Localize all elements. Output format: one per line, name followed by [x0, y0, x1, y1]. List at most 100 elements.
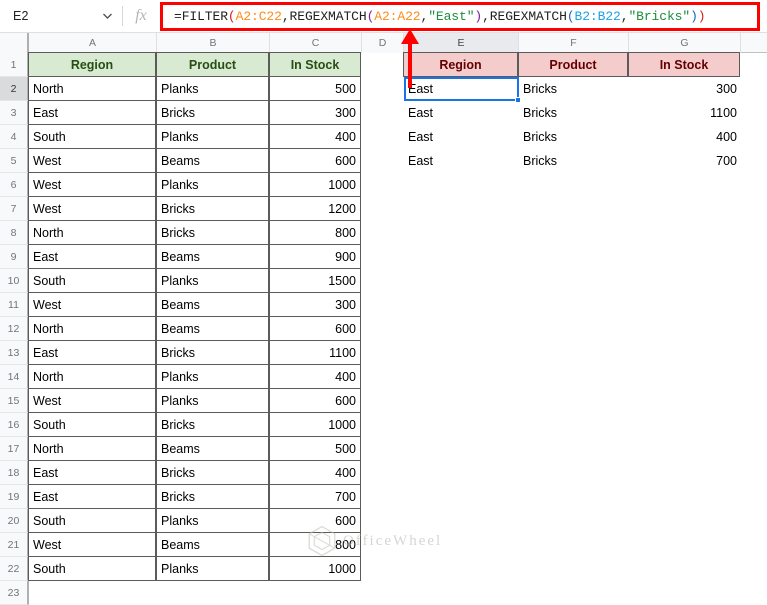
row-header-18[interactable]: 18	[0, 461, 29, 485]
source-cell[interactable]: Bricks	[156, 412, 269, 437]
row-header-16[interactable]: 16	[0, 413, 29, 437]
source-cell[interactable]: East	[28, 100, 156, 125]
source-cell[interactable]: Bricks	[156, 340, 269, 365]
source-cell[interactable]: East	[28, 460, 156, 485]
source-cell[interactable]: Planks	[156, 364, 269, 389]
source-cell[interactable]: 1100	[269, 340, 361, 365]
source-cell[interactable]: Bricks	[156, 484, 269, 509]
source-cell[interactable]: 1500	[269, 268, 361, 293]
source-cell[interactable]: Planks	[156, 76, 269, 101]
row-header-9[interactable]: 9	[0, 245, 29, 269]
result-cell[interactable]: East	[404, 149, 519, 173]
source-cell[interactable]: 1200	[269, 196, 361, 221]
row-header-20[interactable]: 20	[0, 509, 29, 533]
fill-handle[interactable]	[515, 97, 521, 103]
source-cell[interactable]: East	[28, 340, 156, 365]
row-header-22[interactable]: 22	[0, 557, 29, 581]
row-header-10[interactable]: 10	[0, 269, 29, 293]
row-header-12[interactable]: 12	[0, 317, 29, 341]
source-cell[interactable]: 500	[269, 76, 361, 101]
result-header-cell[interactable]: In Stock	[628, 52, 740, 77]
result-cell[interactable]: Bricks	[519, 77, 629, 101]
row-header-5[interactable]: 5	[0, 149, 29, 173]
row-header-1[interactable]: 1	[0, 53, 29, 77]
result-cell[interactable]: 300	[629, 77, 741, 101]
source-cell[interactable]: East	[28, 484, 156, 509]
source-cell[interactable]: 400	[269, 124, 361, 149]
source-cell[interactable]: Planks	[156, 508, 269, 533]
row-header-13[interactable]: 13	[0, 341, 29, 365]
source-header-cell[interactable]: Product	[156, 52, 269, 77]
source-cell[interactable]: 1000	[269, 172, 361, 197]
source-cell[interactable]: Beams	[156, 148, 269, 173]
source-cell[interactable]: 400	[269, 364, 361, 389]
source-cell[interactable]: West	[28, 196, 156, 221]
result-cell[interactable]: Bricks	[519, 101, 629, 125]
source-cell[interactable]: South	[28, 124, 156, 149]
chevron-down-icon[interactable]	[96, 0, 118, 33]
source-cell[interactable]: Beams	[156, 244, 269, 269]
result-cell[interactable]: 400	[629, 125, 741, 149]
column-header-d[interactable]: D	[362, 33, 404, 53]
row-header-23[interactable]: 23	[0, 581, 29, 605]
source-cell[interactable]: Planks	[156, 268, 269, 293]
source-cell[interactable]: Planks	[156, 556, 269, 581]
name-box[interactable]: E2	[0, 0, 96, 33]
column-header-e[interactable]: E	[404, 33, 519, 53]
source-cell[interactable]: Planks	[156, 124, 269, 149]
source-cell[interactable]: Beams	[156, 316, 269, 341]
result-cell[interactable]: East	[404, 77, 519, 101]
source-cell[interactable]: West	[28, 292, 156, 317]
row-header-6[interactable]: 6	[0, 173, 29, 197]
source-cell[interactable]: Planks	[156, 172, 269, 197]
select-all-corner[interactable]	[0, 33, 29, 53]
row-header-19[interactable]: 19	[0, 485, 29, 509]
source-cell[interactable]: Bricks	[156, 196, 269, 221]
formula-input[interactable]: =FILTER(A2:C22 ,REGEXMATCH(A2:A22, "East")…	[166, 2, 758, 31]
row-header-14[interactable]: 14	[0, 365, 29, 389]
source-cell[interactable]: South	[28, 412, 156, 437]
source-cell[interactable]: North	[28, 316, 156, 341]
row-header-7[interactable]: 7	[0, 197, 29, 221]
source-cell[interactable]: 600	[269, 508, 361, 533]
source-cell[interactable]: Beams	[156, 436, 269, 461]
source-cell[interactable]: 600	[269, 388, 361, 413]
row-header-2[interactable]: 2	[0, 77, 29, 101]
column-header-c[interactable]: C	[270, 33, 362, 53]
source-header-cell[interactable]: In Stock	[269, 52, 361, 77]
source-cell[interactable]: North	[28, 76, 156, 101]
result-cell[interactable]: 1100	[629, 101, 741, 125]
column-header-a[interactable]: A	[29, 33, 157, 53]
source-cell[interactable]: 600	[269, 316, 361, 341]
column-header-f[interactable]: F	[519, 33, 629, 53]
source-cell[interactable]: 1000	[269, 556, 361, 581]
source-cell[interactable]: East	[28, 244, 156, 269]
result-header-cell[interactable]: Product	[518, 52, 628, 77]
source-cell[interactable]: West	[28, 148, 156, 173]
source-cell[interactable]: 700	[269, 484, 361, 509]
source-cell[interactable]: 300	[269, 100, 361, 125]
source-cell[interactable]: 300	[269, 292, 361, 317]
source-cell[interactable]: Beams	[156, 532, 269, 557]
source-cell[interactable]: West	[28, 388, 156, 413]
result-cell[interactable]: Bricks	[519, 125, 629, 149]
source-cell[interactable]: North	[28, 364, 156, 389]
source-cell[interactable]: South	[28, 268, 156, 293]
source-cell[interactable]: Beams	[156, 292, 269, 317]
source-cell[interactable]: 1000	[269, 412, 361, 437]
source-cell[interactable]: Bricks	[156, 460, 269, 485]
source-cell[interactable]: 400	[269, 460, 361, 485]
result-cell[interactable]: East	[404, 101, 519, 125]
source-cell[interactable]: West	[28, 532, 156, 557]
source-cell[interactable]: 600	[269, 148, 361, 173]
source-cell[interactable]: 800	[269, 532, 361, 557]
result-cell[interactable]: 700	[629, 149, 741, 173]
row-header-21[interactable]: 21	[0, 533, 29, 557]
source-cell[interactable]: 500	[269, 436, 361, 461]
row-header-15[interactable]: 15	[0, 389, 29, 413]
source-cell[interactable]: West	[28, 172, 156, 197]
source-cell[interactable]: South	[28, 556, 156, 581]
row-header-3[interactable]: 3	[0, 101, 29, 125]
source-cell[interactable]: 900	[269, 244, 361, 269]
spreadsheet-grid[interactable]: ABCDEFG 1 2 3 4 5 6 7 8 9 10 11 12 13 14 15 16 17 18 19 20 2…	[0, 33, 767, 605]
